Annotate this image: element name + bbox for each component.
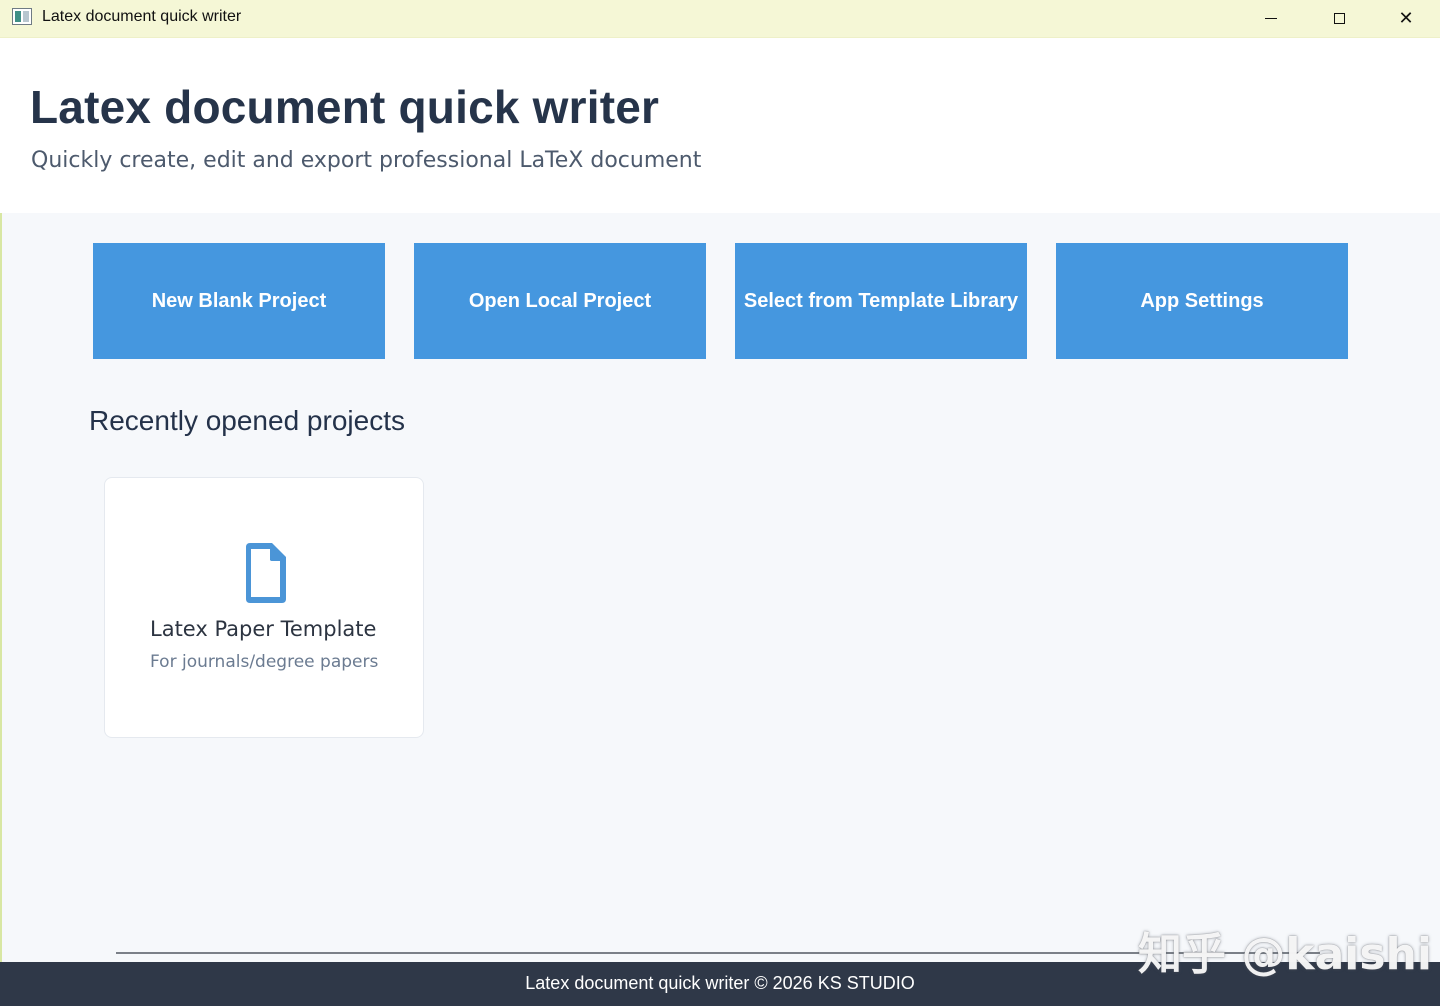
page-title: Latex document quick writer (30, 81, 660, 133)
project-title: Latex Paper Template (150, 617, 377, 641)
page-header: Latex document quick writer Quickly crea… (0, 38, 1440, 213)
window-title: Latex document quick writer (42, 8, 242, 25)
minimize-icon (1265, 17, 1277, 19)
app-icon (12, 8, 32, 25)
close-button[interactable]: ✕ (1373, 0, 1439, 36)
new-blank-project-button[interactable]: New Blank Project (93, 243, 385, 359)
close-icon: ✕ (1398, 7, 1414, 29)
document-icon (246, 543, 286, 603)
open-local-project-button[interactable]: Open Local Project (414, 243, 706, 359)
project-subtitle: For journals/degree papers (150, 652, 379, 672)
maximize-icon (1333, 12, 1345, 24)
maximize-button[interactable] (1306, 0, 1372, 36)
window-titlebar: Latex document quick writer ✕ (0, 0, 1440, 38)
app-settings-button[interactable]: App Settings (1056, 243, 1348, 359)
watermark: 知乎 @kaishi (1138, 929, 1432, 980)
recent-projects-heading: Recently opened projects (89, 405, 405, 436)
page-subtitle: Quickly create, edit and export professi… (31, 148, 702, 173)
recent-project-card[interactable]: Latex Paper Template For journals/degree… (104, 477, 424, 738)
template-library-button[interactable]: Select from Template Library (735, 243, 1027, 359)
minimize-button[interactable] (1238, 0, 1304, 36)
